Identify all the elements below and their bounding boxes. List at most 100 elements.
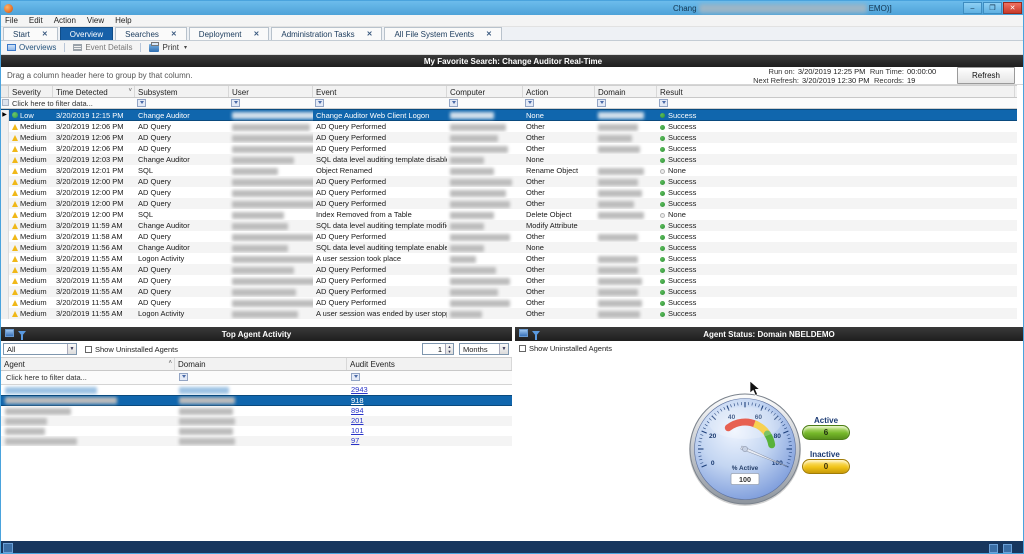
filter-funnel-icon[interactable] [659, 99, 668, 107]
action-cell: Other [523, 286, 595, 297]
menu-edit[interactable]: Edit [29, 16, 43, 25]
agent-row[interactable]: 201 [1, 416, 512, 426]
taskbar-tray-icon[interactable] [989, 544, 998, 553]
filter-hint[interactable]: Click here to filter data... [12, 99, 93, 108]
menu-action[interactable]: Action [54, 16, 76, 25]
event-row[interactable]: Medium3/20/2019 11:55 AMLogon ActivityA … [1, 253, 1017, 264]
agent-row[interactable]: 97 [1, 436, 512, 446]
column-header-time-detected[interactable]: Time Detected˅ [53, 86, 135, 97]
agent-column-header-domain[interactable]: Domain [175, 358, 347, 370]
event-row[interactable]: Medium3/20/2019 11:55 AMLogon ActivityA … [1, 308, 1017, 319]
event-cell: Change Auditor Web Client Logon [313, 110, 447, 121]
audit-events-link[interactable]: 918 [351, 396, 364, 405]
agent-row[interactable]: 2943 [1, 385, 512, 395]
filter-funnel-icon[interactable] [315, 99, 324, 107]
event-row[interactable]: Medium3/20/2019 11:55 AMAD QueryAD Query… [1, 275, 1017, 286]
event-row[interactable]: Medium3/20/2019 11:55 AMAD QueryAD Query… [1, 264, 1017, 275]
event-row[interactable]: Medium3/20/2019 12:06 PMAD QueryAD Query… [1, 143, 1017, 154]
audit-events-link[interactable]: 101 [351, 426, 364, 435]
agent-filter-row[interactable]: Click here to filter data... [1, 371, 512, 385]
filter-funnel-icon[interactable] [597, 99, 606, 107]
panel-window-icon[interactable] [5, 329, 14, 337]
period-spinner[interactable]: 1▲▼ [422, 343, 454, 355]
agent-column-header-agent[interactable]: Agent˄ [1, 358, 175, 370]
show-uninstalled-checkbox[interactable] [85, 346, 92, 353]
event-row[interactable]: Medium3/20/2019 11:58 AMAD QueryAD Query… [1, 231, 1017, 242]
filter-funnel-icon[interactable] [179, 373, 188, 381]
filter-funnel-icon[interactable] [137, 99, 146, 107]
tab-deployment[interactable]: Deployment✕ [189, 27, 270, 40]
audit-events-link[interactable]: 894 [351, 406, 364, 415]
tab-all-file-system-events[interactable]: All File System Events✕ [384, 27, 501, 40]
audit-events-link[interactable]: 2943 [351, 385, 368, 394]
redacted-text [232, 289, 296, 296]
column-header-domain[interactable]: Domain [595, 86, 657, 97]
events-filter-row[interactable]: Click here to filter data... [1, 98, 1017, 109]
print-dropdown-caret[interactable]: ▾ [184, 44, 187, 51]
maximize-button[interactable]: ❒ [983, 2, 1002, 14]
column-header-event[interactable]: Event [313, 86, 447, 97]
refresh-button[interactable]: Refresh [957, 67, 1015, 84]
agent-column-header-audit-events[interactable]: Audit Events [347, 358, 512, 370]
redacted-text [598, 201, 634, 208]
tab-start[interactable]: Start✕ [3, 27, 58, 40]
panel-window-icon[interactable] [519, 329, 528, 337]
panel-filter-icon[interactable] [532, 331, 540, 336]
close-button[interactable]: ✕ [1003, 2, 1022, 14]
taskbar-tray-icon[interactable] [1003, 544, 1012, 553]
menu-view[interactable]: View [87, 16, 104, 25]
filter-funnel-icon[interactable] [351, 373, 360, 381]
event-row[interactable]: Medium3/20/2019 11:56 AMChange AuditorSQ… [1, 242, 1017, 253]
tab-close-icon[interactable]: ✕ [171, 30, 177, 38]
event-row[interactable]: Medium3/20/2019 11:55 AMAD QueryAD Query… [1, 286, 1017, 297]
event-row[interactable]: Medium3/20/2019 12:00 PMAD QueryAD Query… [1, 176, 1017, 187]
severity-cell: Medium [9, 275, 53, 286]
column-header-computer[interactable]: Computer [447, 86, 523, 97]
row-indicator [1, 242, 9, 253]
column-header-result[interactable]: Result [657, 86, 1015, 97]
window-title: Chang EMO)] [673, 2, 892, 14]
filter-funnel-icon[interactable] [449, 99, 458, 107]
event-row[interactable]: Medium3/20/2019 12:06 PMAD QueryAD Query… [1, 121, 1017, 132]
event-row[interactable]: Medium3/20/2019 12:00 PMAD QueryAD Query… [1, 187, 1017, 198]
agent-row[interactable]: 918 [1, 395, 512, 406]
action-cell: Rename Object [523, 165, 595, 176]
event-row[interactable]: Medium3/20/2019 12:06 PMAD QueryAD Query… [1, 132, 1017, 143]
event-row[interactable]: ▶Low3/20/2019 12:15 PMChange AuditorChan… [1, 109, 1017, 121]
event-row[interactable]: Medium3/20/2019 12:01 PMSQLObject Rename… [1, 165, 1017, 176]
menu-file[interactable]: File [5, 16, 18, 25]
event-row[interactable]: Medium3/20/2019 12:00 PMSQLIndex Removed… [1, 209, 1017, 220]
tab-close-icon[interactable]: ✕ [42, 30, 48, 38]
event-row[interactable]: Medium3/20/2019 12:00 PMAD QueryAD Query… [1, 198, 1017, 209]
event-row[interactable]: Medium3/20/2019 11:59 AMChange AuditorSQ… [1, 220, 1017, 231]
column-header-action[interactable]: Action [523, 86, 595, 97]
agent-row[interactable]: 894 [1, 406, 512, 416]
column-header-severity[interactable]: Severity [9, 86, 53, 97]
print-button[interactable]: Print ▾ [149, 43, 186, 52]
filter-funnel-icon[interactable] [525, 99, 534, 107]
overviews-button[interactable]: Overviews [7, 43, 56, 52]
minimize-button[interactable]: – [963, 2, 982, 14]
success-icon [660, 180, 665, 185]
tab-administration-tasks[interactable]: Administration Tasks✕ [271, 27, 382, 40]
agent-row[interactable]: 101 [1, 426, 512, 436]
event-row[interactable]: Medium3/20/2019 11:55 AMAD QueryAD Query… [1, 297, 1017, 308]
filter-funnel-icon[interactable] [231, 99, 240, 107]
event-details-button[interactable]: Event Details [73, 43, 132, 52]
tab-searches[interactable]: Searches✕ [115, 27, 187, 40]
column-header-user[interactable]: User [229, 86, 313, 97]
status-uninstalled-checkbox[interactable] [519, 345, 526, 352]
period-unit-dropdown[interactable]: Months▼ [459, 343, 509, 355]
tab-overview[interactable]: Overview [60, 27, 113, 40]
audit-events-link[interactable]: 97 [351, 436, 359, 445]
tab-close-icon[interactable]: ✕ [486, 30, 492, 38]
panel-filter-icon[interactable] [18, 331, 26, 336]
column-header-subsystem[interactable]: Subsystem [135, 86, 229, 97]
event-row[interactable]: Medium3/20/2019 12:03 PMChange AuditorSQ… [1, 154, 1017, 165]
agent-scope-dropdown[interactable]: All▼ [3, 343, 77, 355]
menu-help[interactable]: Help [115, 16, 131, 25]
tab-close-icon[interactable]: ✕ [367, 30, 373, 38]
audit-events-link[interactable]: 201 [351, 416, 364, 425]
tab-close-icon[interactable]: ✕ [253, 30, 259, 38]
taskbar-start-button[interactable] [3, 543, 13, 553]
